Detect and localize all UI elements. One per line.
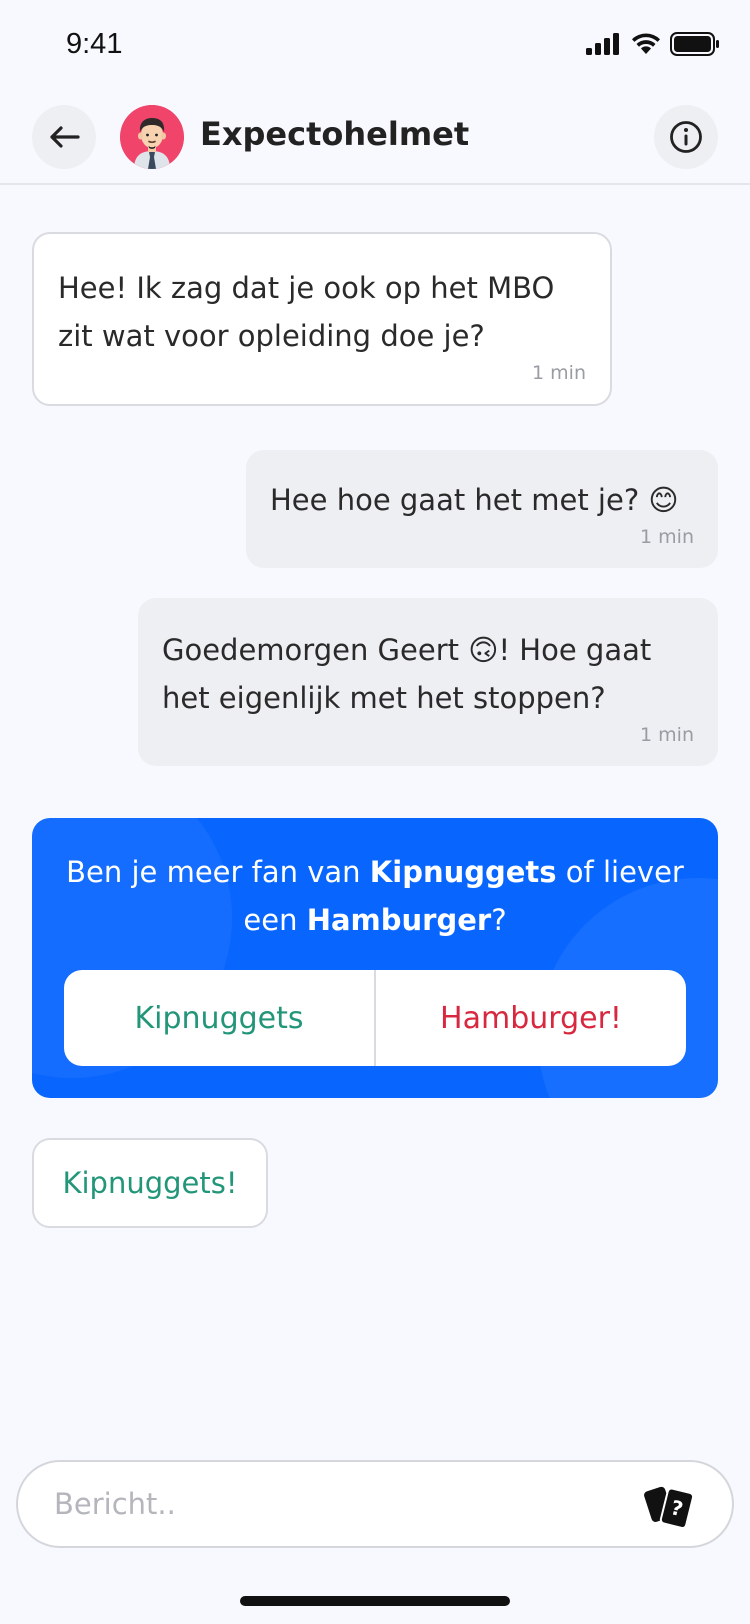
contact-name: Expectohelmet [200,115,470,153]
arrow-left-icon [50,126,80,148]
status-icons [586,32,720,56]
message-time: 1 min [640,526,694,548]
info-circle-icon [670,121,702,153]
poll-options: Kipnuggets Hamburger! [64,970,686,1066]
info-button[interactable] [654,105,718,169]
status-bar: 9:41 [0,0,750,90]
poll-question-text: ? [491,903,507,937]
message-incoming: Hee! Ik zag dat je ook op het MBO zit wa… [32,232,612,406]
message-time: 1 min [532,362,586,384]
avatar[interactable] [120,105,184,169]
signal-icon [586,33,619,55]
man-avatar-icon [120,105,184,169]
poll-question-text: Ben je meer fan van [66,855,370,889]
wifi-icon [632,33,660,54]
message-input[interactable] [54,1462,614,1546]
message-text: Goedemorgen Geert 🙃! Hoe gaat het eigenl… [162,633,652,715]
poll-question-option-b: Hamburger [306,903,492,937]
poll-card: Ben je meer fan van Kipnuggets of liever… [32,818,718,1098]
message-outgoing: Hee hoe gaat het met je? 😊 1 min [246,450,718,568]
chat-screen: 9:41 Expectohelmet Hee! Ik zag dat je oo… [0,0,750,1624]
poll-question-option-a: Kipnuggets [369,855,557,889]
back-button[interactable] [32,105,96,169]
message-text: Hee hoe gaat het met je? 😊 [270,483,679,517]
message-outgoing: Goedemorgen Geert 🙃! Hoe gaat het eigenl… [138,598,718,766]
status-time: 9:41 [66,28,123,60]
message-time: 1 min [640,724,694,746]
home-indicator[interactable] [240,1596,510,1606]
battery-icon [670,32,719,56]
poll-option-kipnuggets[interactable]: Kipnuggets [64,970,376,1066]
poll-question: Ben je meer fan van Kipnuggets of liever… [52,848,698,944]
answer-bubble: Kipnuggets! [32,1138,268,1228]
poll-option-hamburger[interactable]: Hamburger! [376,970,686,1066]
question-cards-button[interactable]: ? [644,1482,696,1530]
message-composer: ? [16,1460,734,1548]
question-cards-icon: ? [644,1486,695,1530]
message-text: Hee! Ik zag dat je ook op het MBO zit wa… [58,271,555,353]
chat-header: Expectohelmet [0,95,750,185]
